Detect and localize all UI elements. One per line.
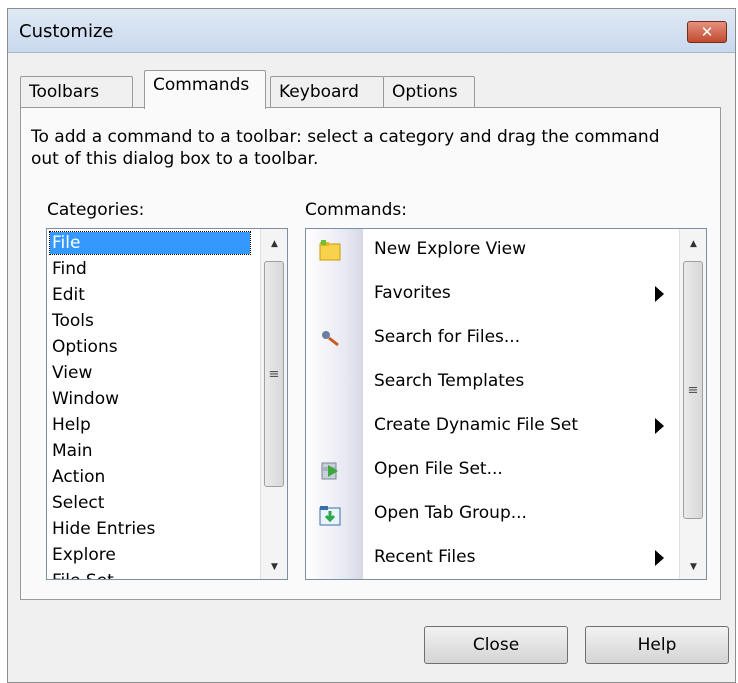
command-item[interactable]: Search for Files...	[306, 317, 674, 361]
category-item[interactable]: Action	[50, 466, 250, 488]
scroll-down-icon[interactable]: ▼	[680, 557, 706, 577]
command-item[interactable]: Open Tab Group...	[306, 493, 674, 537]
tab-commands[interactable]: Commands	[144, 70, 266, 109]
categories-list[interactable]: File Find Edit Tools Options View Window Help Ma…	[46, 228, 288, 580]
command-label: Recent Files	[374, 547, 476, 567]
command-item[interactable]: Search Templates	[306, 361, 674, 405]
magnifier-icon	[318, 327, 342, 351]
command-item[interactable]: Favorites	[306, 273, 674, 317]
scroll-up-icon[interactable]: ▲	[261, 234, 287, 254]
category-item[interactable]: Tools	[50, 310, 250, 332]
category-item[interactable]: Explore	[50, 544, 250, 566]
category-item[interactable]: View	[50, 362, 250, 384]
submenu-arrow-icon	[655, 418, 664, 434]
command-label: Search for Files...	[374, 327, 521, 347]
command-label: Favorites	[374, 283, 451, 303]
command-item[interactable]: Recent Files	[306, 537, 674, 579]
tab-group-icon	[318, 503, 342, 527]
category-item[interactable]: File Set	[50, 570, 250, 579]
scroll-up-icon[interactable]: ▲	[680, 234, 706, 254]
tab-keyboard[interactable]: Keyboard	[270, 76, 384, 108]
title-bar[interactable]: Customize ✕	[8, 9, 735, 53]
categories-scrollbar[interactable]: ▲ ≡ ▼	[260, 229, 287, 579]
category-item[interactable]: Select	[50, 492, 250, 514]
category-item[interactable]: Edit	[50, 284, 250, 306]
scroll-thumb[interactable]: ≡	[683, 261, 703, 519]
help-button[interactable]: Help	[585, 626, 729, 664]
submenu-arrow-icon	[655, 550, 664, 566]
category-item[interactable]: Main	[50, 440, 250, 462]
category-item[interactable]: Window	[50, 388, 250, 410]
commands-list[interactable]: New Explore View Favorites Search for File…	[305, 228, 707, 580]
tab-options[interactable]: Options	[383, 76, 475, 108]
file-set-icon	[318, 459, 342, 483]
command-item[interactable]: Create Dynamic File Set	[306, 405, 674, 449]
commands-label: Commands:	[305, 200, 407, 220]
submenu-arrow-icon	[655, 286, 664, 302]
command-label: New Explore View	[374, 239, 527, 259]
scroll-thumb[interactable]: ≡	[264, 261, 284, 487]
commands-tab-panel: To add a command to a toolbar: select a …	[20, 107, 721, 600]
command-label: Search Templates	[374, 371, 525, 391]
categories-label: Categories:	[47, 200, 145, 220]
close-button[interactable]: Close	[424, 626, 568, 664]
command-item[interactable]: New Explore View	[306, 229, 674, 273]
category-item[interactable]: Hide Entries	[50, 518, 250, 540]
command-item[interactable]: Open File Set...	[306, 449, 674, 493]
category-item[interactable]: Help	[50, 414, 250, 436]
command-label: Create Dynamic File Set	[374, 415, 579, 435]
category-item[interactable]: Find	[50, 258, 250, 280]
category-item[interactable]: File	[49, 231, 251, 255]
command-label: Open File Set...	[374, 459, 503, 479]
commands-scrollbar[interactable]: ▲ ≡ ▼	[679, 229, 706, 579]
folder-icon	[318, 239, 342, 263]
scroll-down-icon[interactable]: ▼	[261, 557, 287, 577]
tab-toolbars[interactable]: Toolbars	[20, 76, 133, 108]
window-title: Customize	[19, 21, 114, 42]
instructions-text: To add a command to a toolbar: select a …	[31, 127, 660, 169]
close-window-icon[interactable]: ✕	[687, 21, 727, 43]
category-item[interactable]: Options	[50, 336, 250, 358]
command-label: Open Tab Group...	[374, 503, 527, 523]
